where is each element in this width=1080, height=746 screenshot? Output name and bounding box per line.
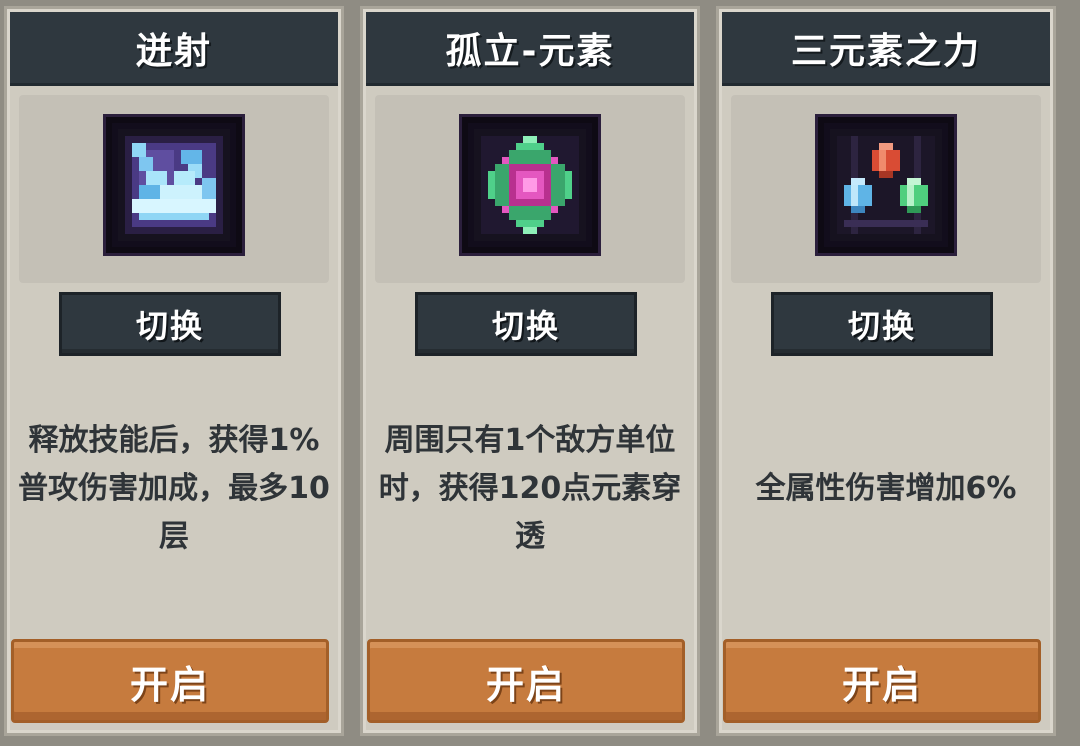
card-title: 孤立-元素 (445, 30, 615, 72)
description-text: 释放技能后，获得1%普攻伤害加成，最多10层 (18, 423, 330, 554)
switch-button[interactable]: 切换 (415, 292, 637, 356)
card-title: 迸射 (135, 30, 212, 72)
card-description: 释放技能后，获得1%普攻伤害加成，最多10层 (15, 364, 333, 614)
talent-card-3: 三元素之力 切换 全属性伤害增加6% 开启 (716, 6, 1056, 736)
open-label: 开启 (485, 662, 566, 707)
talent-card-1: 迸射 切换 释放技能后，获得1%普攻伤害加成，最多10层 开启 (4, 6, 344, 736)
icon-area (19, 95, 329, 283)
card-header: 迸射 (10, 12, 338, 86)
icon-area (375, 95, 685, 283)
open-label: 开启 (129, 662, 210, 707)
open-button[interactable]: 开启 (11, 639, 329, 723)
description-text: 全属性伤害增加6% (755, 471, 1017, 506)
switch-button[interactable]: 切换 (59, 292, 281, 356)
card-header: 三元素之力 (722, 12, 1050, 86)
open-button[interactable]: 开启 (723, 639, 1041, 723)
card-header: 孤立-元素 (366, 12, 694, 86)
shard-burst-icon (106, 117, 242, 253)
card-title: 三元素之力 (790, 30, 981, 72)
icon-area (731, 95, 1041, 283)
three-crystals-icon (818, 117, 954, 253)
card-description: 周围只有1个敌方单位时，获得120点元素穿透 (371, 364, 689, 614)
switch-label: 切换 (847, 307, 916, 345)
description-text: 周围只有1个敌方单位时，获得120点元素穿透 (378, 423, 682, 554)
card-description: 全属性伤害增加6% (727, 364, 1045, 614)
switch-label: 切换 (135, 307, 204, 345)
open-button[interactable]: 开启 (367, 639, 685, 723)
element-core-icon (462, 117, 598, 253)
open-label: 开启 (841, 662, 922, 707)
switch-label: 切换 (491, 307, 560, 345)
switch-button[interactable]: 切换 (771, 292, 993, 356)
talent-card-2: 孤立-元素 切换 周围只有1个敌方单位时，获得120点元素穿透 开启 (360, 6, 700, 736)
